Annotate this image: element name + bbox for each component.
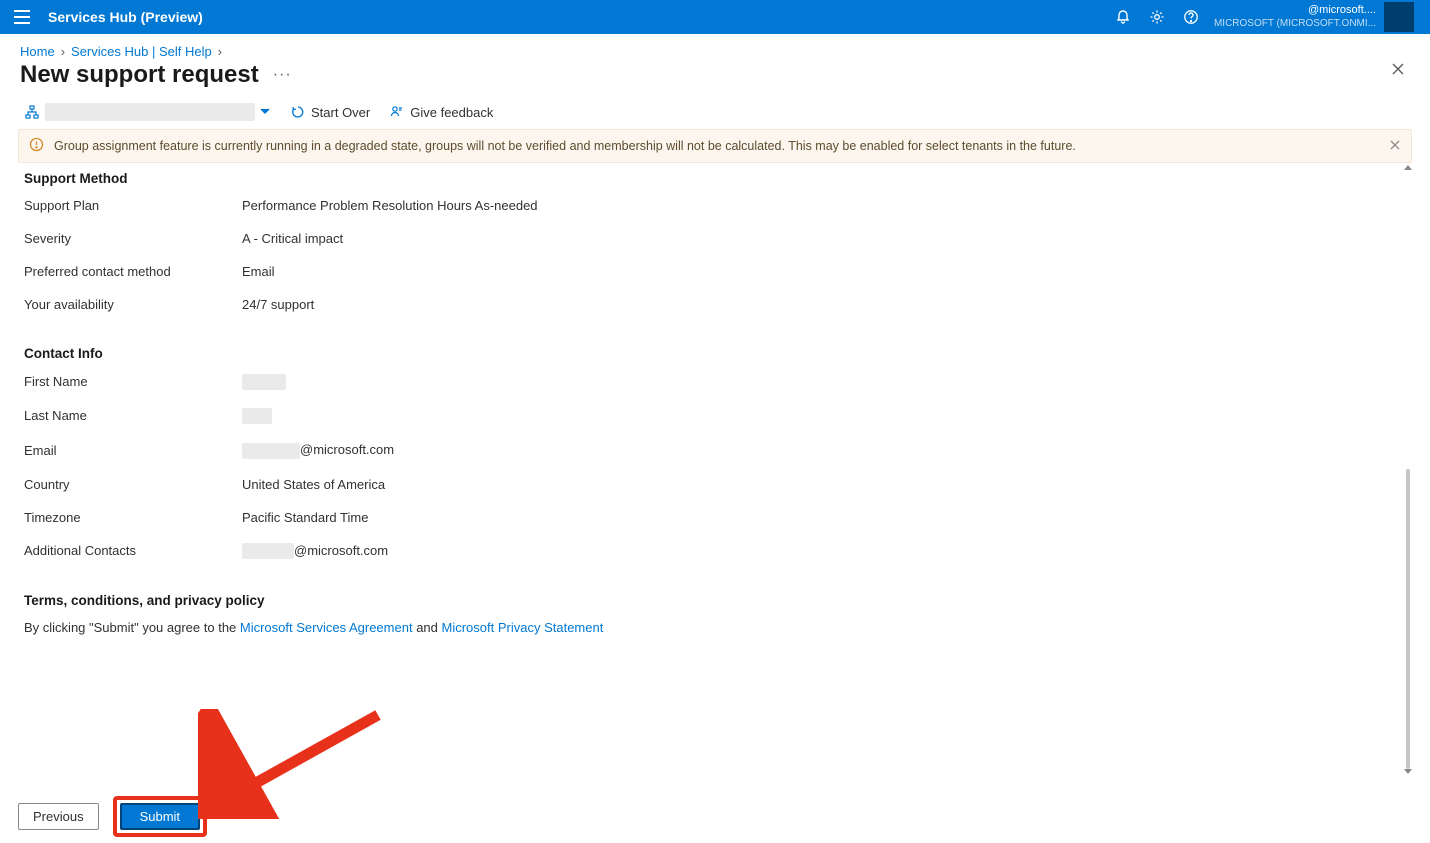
field-additional-contacts: Additional Contacts @microsoft.com <box>24 543 1412 560</box>
notifications-icon[interactable] <box>1106 0 1140 34</box>
give-feedback-button[interactable]: Give feedback <box>390 105 493 120</box>
toolbar: Start Over Give feedback <box>0 103 1430 129</box>
scroll-thumb[interactable] <box>1406 469 1410 769</box>
field-country: Country United States of America <box>24 477 1412 492</box>
footer-actions: Previous Submit <box>18 788 1430 843</box>
chevron-right-icon: › <box>218 44 222 59</box>
section-contact-info: Contact Info <box>24 346 1412 361</box>
menu-icon[interactable] <box>0 0 44 34</box>
form-content: Support Method Support Plan Performance … <box>24 169 1412 635</box>
account-email: @microsoft.... <box>1214 4 1376 17</box>
give-feedback-label: Give feedback <box>410 105 493 120</box>
scroll-up-icon[interactable] <box>1404 165 1412 170</box>
redacted-text <box>242 374 286 390</box>
avatar <box>1384 2 1414 32</box>
start-over-label: Start Over <box>311 105 370 120</box>
field-severity: Severity A - Critical impact <box>24 231 1412 246</box>
scroll-down-icon[interactable] <box>1404 769 1412 774</box>
account-tenant: MICROSOFT (MICROSOFT.ONMI... <box>1214 17 1376 30</box>
field-contact-method: Preferred contact method Email <box>24 264 1412 279</box>
help-icon[interactable] <box>1174 0 1208 34</box>
app-header: Services Hub (Preview) @microsoft.... MI… <box>0 0 1430 34</box>
field-availability: Your availability 24/7 support <box>24 297 1412 312</box>
section-terms: Terms, conditions, and privacy policy <box>24 593 1412 608</box>
field-first-name: First Name <box>24 373 1412 390</box>
redacted-text <box>45 103 255 121</box>
more-icon[interactable]: ··· <box>273 66 292 84</box>
account-menu[interactable]: @microsoft.... MICROSOFT (MICROSOFT.ONMI… <box>1208 0 1420 34</box>
link-services-agreement[interactable]: Microsoft Services Agreement <box>240 620 413 635</box>
previous-button[interactable]: Previous <box>18 803 99 830</box>
start-over-button[interactable]: Start Over <box>291 105 370 120</box>
app-title: Services Hub (Preview) <box>48 9 203 25</box>
warning-banner: Group assignment feature is currently ru… <box>18 129 1412 163</box>
field-timezone: Timezone Pacific Standard Time <box>24 510 1412 525</box>
field-last-name: Last Name <box>24 408 1412 425</box>
submit-highlight: Submit <box>113 796 207 837</box>
section-support-method: Support Method <box>24 171 1412 186</box>
redacted-text <box>242 443 300 459</box>
redacted-text <box>242 408 272 424</box>
terms-text: By clicking "Submit" you agree to the Mi… <box>24 620 1412 635</box>
breadcrumb: Home › Services Hub | Self Help › <box>0 34 1430 59</box>
field-support-plan: Support Plan Performance Problem Resolut… <box>24 198 1412 213</box>
redacted-text <box>242 543 294 559</box>
breadcrumb-home[interactable]: Home <box>20 44 55 59</box>
chevron-right-icon: › <box>61 44 65 59</box>
gear-icon[interactable] <box>1140 0 1174 34</box>
warning-icon <box>29 137 44 155</box>
scope-dropdown[interactable] <box>25 103 271 121</box>
warning-text: Group assignment feature is currently ru… <box>54 139 1076 153</box>
link-privacy-statement[interactable]: Microsoft Privacy Statement <box>442 620 604 635</box>
field-email: Email @microsoft.com <box>24 442 1412 459</box>
chevron-down-icon <box>259 105 271 120</box>
close-icon[interactable] <box>1390 61 1406 80</box>
page-title: New support request <box>20 61 259 89</box>
submit-button[interactable]: Submit <box>120 803 200 830</box>
breadcrumb-services[interactable]: Services Hub | Self Help <box>71 44 212 59</box>
banner-close-icon[interactable] <box>1389 139 1401 154</box>
